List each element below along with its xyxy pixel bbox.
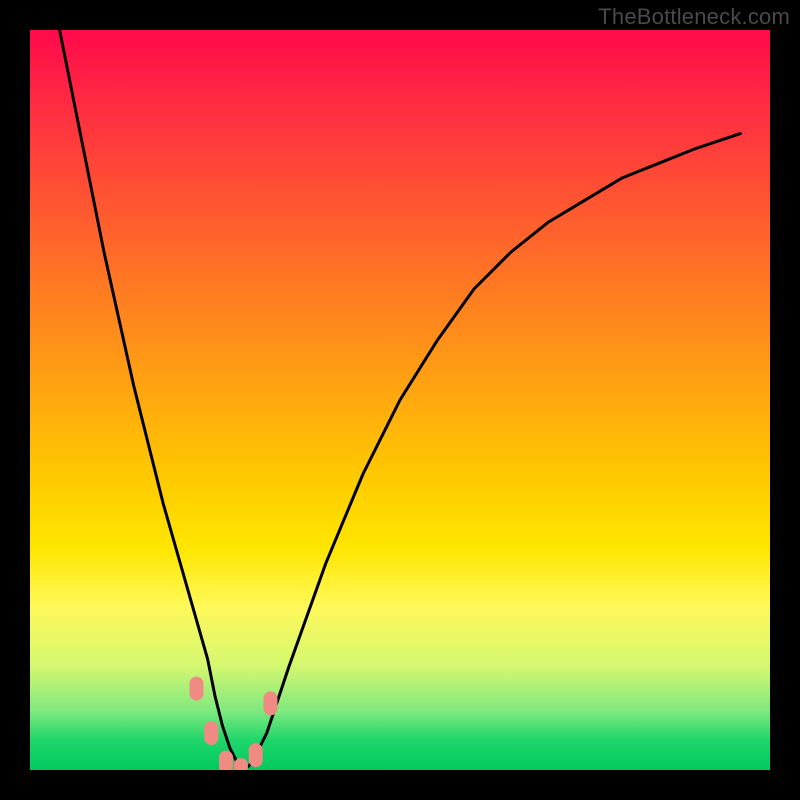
- bottleneck-curve: [60, 30, 741, 770]
- chart-svg: [30, 30, 770, 770]
- plot-area: [30, 30, 770, 770]
- marker-dot: [264, 691, 278, 715]
- marker-dot: [190, 677, 204, 701]
- watermark-text: TheBottleneck.com: [598, 4, 790, 30]
- marker-dot: [204, 721, 218, 745]
- marker-dot: [249, 743, 263, 767]
- chart-frame: TheBottleneck.com: [0, 0, 800, 800]
- marker-dot: [219, 751, 233, 770]
